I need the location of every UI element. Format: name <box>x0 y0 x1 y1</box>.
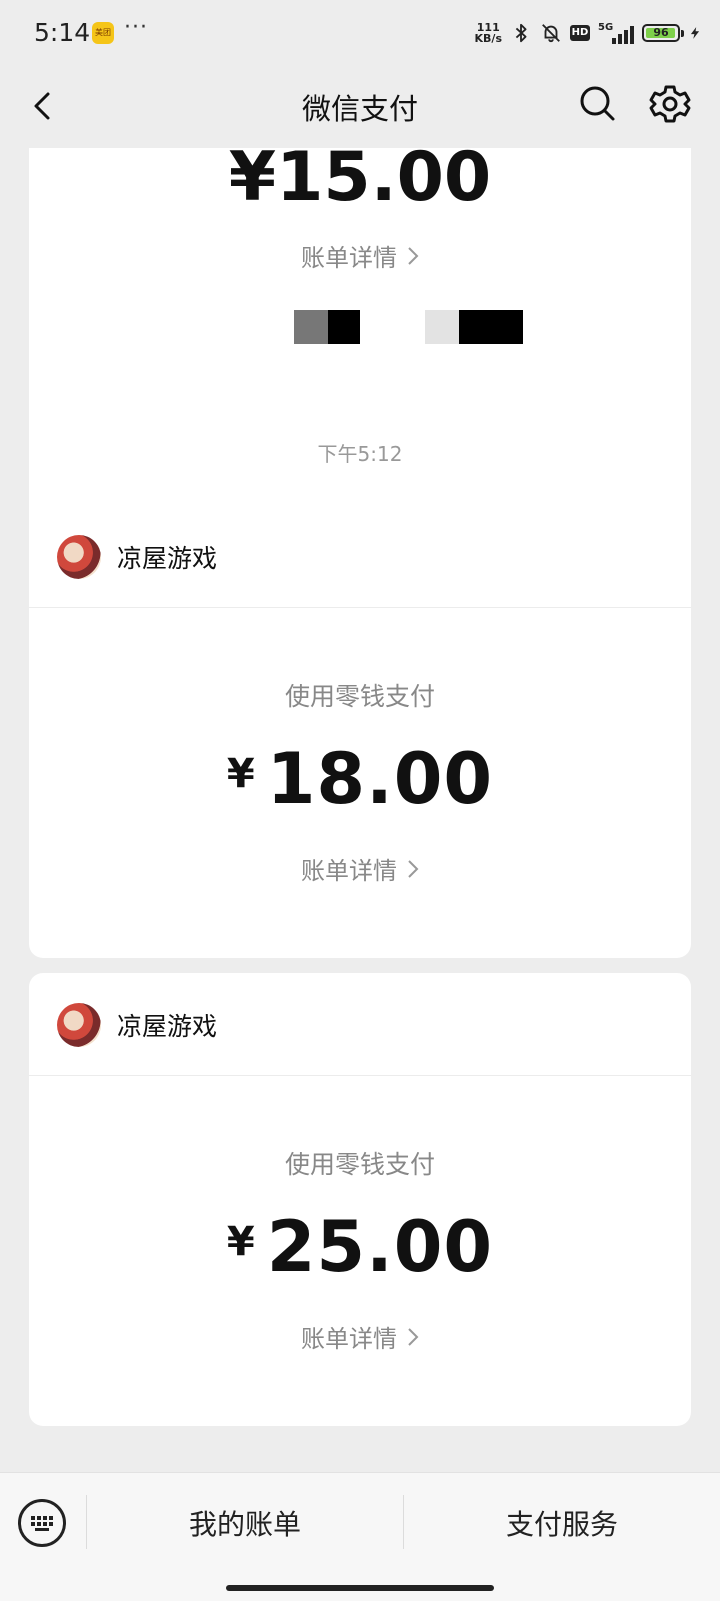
chevron-right-icon <box>408 246 419 265</box>
message-list[interactable]: ¥15.00 账单详情 下午5:12 凉屋游戏 使用零钱支付 ¥ 18.00 账… <box>0 148 720 1472</box>
signal-icon: 5G <box>598 22 634 44</box>
chevron-right-icon <box>408 859 419 878</box>
amount-value: 25.00 <box>266 1206 494 1288</box>
payment-method: 使用零钱支付 <box>284 682 435 711</box>
bill-detail-label: 账单详情 <box>301 857 397 885</box>
network-speed-unit: KB/s <box>474 32 502 45</box>
bluetooth-icon <box>515 23 527 43</box>
mute-bell-icon <box>542 24 560 43</box>
network-speed: 111 KB/s <box>475 22 502 44</box>
payment-amount: ¥ 25.00 <box>29 1211 691 1283</box>
bill-detail-link[interactable]: 账单详情 <box>29 1319 691 1354</box>
meituan-app-icon: 美团 <box>92 22 114 44</box>
merchant-header[interactable]: 凉屋游戏 <box>57 1003 217 1047</box>
status-time: 5:14 <box>34 18 91 47</box>
settings-gear-icon[interactable] <box>648 82 692 126</box>
merchant-avatar <box>57 535 101 579</box>
currency-symbol: ¥ <box>226 1219 255 1265</box>
home-indicator[interactable] <box>226 1585 494 1591</box>
search-icon[interactable] <box>576 82 618 124</box>
keyboard-icon <box>31 1516 53 1531</box>
payment-card[interactable]: 凉屋游戏 使用零钱支付 ¥ 18.00 账单详情 <box>29 505 691 958</box>
payment-method: 使用零钱支付 <box>284 1150 435 1179</box>
keyboard-toggle-button[interactable] <box>18 1499 66 1547</box>
payment-amount: ¥ 18.00 <box>29 743 691 815</box>
bottom-menu-bar: 我的账单 支付服务 <box>0 1472 720 1601</box>
payment-amount: ¥15.00 <box>228 148 492 217</box>
merchant-name: 凉屋游戏 <box>117 1012 218 1041</box>
bill-detail-label: 账单详情 <box>301 1325 397 1353</box>
payment-card[interactable]: 凉屋游戏 使用零钱支付 ¥ 25.00 账单详情 <box>29 973 691 1426</box>
redacted-block <box>425 310 459 344</box>
chevron-right-icon <box>408 1327 419 1346</box>
charging-icon <box>690 27 700 39</box>
network-type: 5G <box>598 22 614 33</box>
pay-services-button[interactable]: 支付服务 <box>404 1503 720 1543</box>
nav-bar: 微信支付 <box>0 64 720 148</box>
battery-percent: 96 <box>653 26 669 39</box>
more-notifications-icon: ··· <box>124 15 148 40</box>
redacted-block <box>459 310 523 344</box>
payment-card-previous: ¥15.00 账单详情 <box>29 148 691 536</box>
merchant-name: 凉屋游戏 <box>117 544 218 573</box>
merchant-avatar <box>57 1003 101 1047</box>
bill-detail-label: 账单详情 <box>301 244 397 272</box>
bill-detail-link[interactable]: 账单详情 <box>29 238 691 273</box>
message-time: 下午5:12 <box>317 442 403 466</box>
status-bar: 5:14 美团 ··· 111 KB/s HD 5G 96 <box>0 0 720 64</box>
my-bills-button[interactable]: 我的账单 <box>87 1503 403 1543</box>
hd-icon: HD <box>570 25 590 41</box>
redacted-block <box>294 310 328 344</box>
battery-icon: 96 <box>642 24 684 42</box>
status-icons: 111 KB/s HD 5G 96 <box>475 18 702 48</box>
amount-value: 18.00 <box>266 738 494 820</box>
bill-detail-link[interactable]: 账单详情 <box>29 851 691 886</box>
divider <box>29 1075 691 1076</box>
merchant-header[interactable]: 凉屋游戏 <box>57 535 217 579</box>
currency-symbol: ¥ <box>226 751 255 797</box>
redacted-block <box>328 310 360 344</box>
divider <box>29 607 691 608</box>
